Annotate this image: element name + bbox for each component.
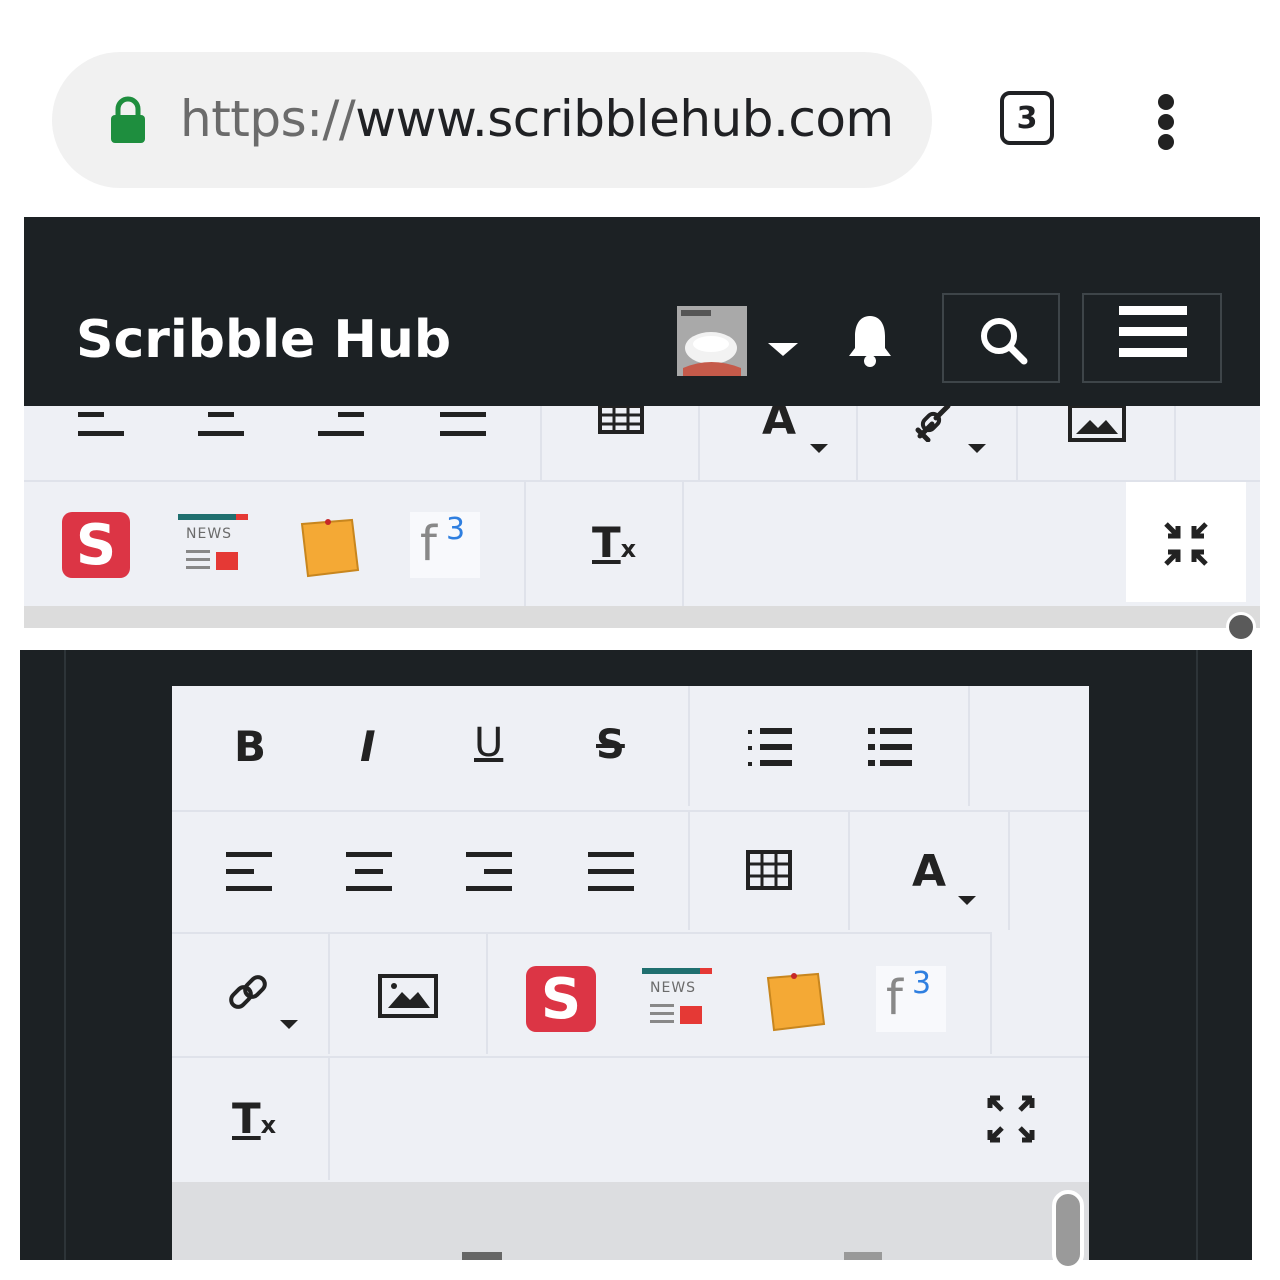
clear-format-button[interactable]: Tx	[592, 518, 636, 567]
align-left-icon[interactable]	[78, 406, 126, 438]
link-icon[interactable]	[914, 406, 964, 442]
vertical-scroll-handle[interactable]	[1052, 1190, 1084, 1270]
chevron-down-icon[interactable]	[968, 444, 986, 453]
italic-button[interactable]: I	[360, 722, 376, 771]
strikethrough-button[interactable]: S	[596, 722, 625, 768]
editor-toolbar-fullscreen: A S NEWS f 3 Tx	[24, 406, 1260, 628]
bold-button[interactable]: B	[234, 722, 266, 771]
news-button[interactable]: NEWS	[642, 968, 712, 1030]
table-icon[interactable]	[746, 850, 792, 890]
align-right-icon[interactable]	[318, 406, 366, 438]
align-right-icon[interactable]	[466, 852, 514, 892]
formula-sup: 3	[446, 512, 466, 547]
editor-toolbar: B I U S A S NEWS f 3 Tx	[172, 686, 1089, 1260]
font-color-button[interactable]: A	[912, 846, 946, 897]
formula-button[interactable]: f 3	[410, 512, 480, 578]
clear-format-label: T	[232, 1094, 261, 1143]
main-menu-button[interactable]	[1082, 293, 1222, 383]
hamburger-menu-icon	[1119, 306, 1187, 357]
formula-base: f	[886, 970, 903, 1026]
news-button[interactable]: NEWS	[178, 514, 248, 576]
clear-format-sub: x	[260, 1111, 277, 1139]
news-label: NEWS	[650, 980, 697, 996]
formula-sup: 3	[912, 966, 932, 1001]
editor-content-area[interactable]	[172, 1182, 1089, 1260]
search-button[interactable]	[942, 293, 1060, 383]
url-host: www.scribblehub.com	[355, 90, 894, 148]
tab-switcher-button[interactable]: 3	[1000, 91, 1054, 145]
url-text[interactable]: https://www.scribblehub.com	[180, 90, 894, 148]
align-center-icon[interactable]	[198, 406, 246, 438]
chevron-down-icon[interactable]	[958, 896, 976, 905]
table-icon[interactable]	[598, 406, 644, 436]
image-icon[interactable]	[1068, 406, 1126, 442]
ordered-list-icon[interactable]	[748, 728, 794, 768]
link-icon[interactable]	[226, 972, 270, 1016]
news-label: NEWS	[186, 526, 233, 542]
search-icon	[981, 318, 1028, 365]
scribble-button[interactable]: S	[526, 966, 596, 1032]
align-justify-icon[interactable]	[440, 406, 488, 438]
exit-fullscreen-button[interactable]	[1126, 482, 1246, 602]
align-center-icon[interactable]	[346, 852, 394, 892]
scroll-handle[interactable]	[1226, 612, 1256, 642]
fullscreen-icon[interactable]	[986, 1094, 1036, 1144]
bell-icon[interactable]	[845, 312, 895, 368]
horizontal-scrollbar[interactable]	[24, 606, 1260, 628]
underline-button[interactable]: U	[474, 720, 503, 766]
chevron-down-icon[interactable]	[768, 343, 798, 356]
exit-fullscreen-icon	[1164, 522, 1208, 566]
formula-button[interactable]: f 3	[876, 966, 946, 1032]
chevron-down-icon[interactable]	[280, 1020, 298, 1029]
clear-format-sub: x	[620, 535, 637, 563]
site-brand[interactable]: Scribble Hub	[76, 310, 451, 370]
url-scheme: https	[180, 90, 307, 148]
sticky-note-icon[interactable]	[764, 970, 828, 1032]
sticky-note-icon[interactable]	[298, 516, 362, 578]
font-color-button[interactable]: A	[762, 406, 796, 445]
align-left-icon[interactable]	[226, 852, 274, 892]
scribble-button[interactable]: S	[62, 512, 130, 578]
lock-icon	[111, 96, 145, 143]
align-justify-icon[interactable]	[588, 852, 636, 892]
chevron-down-icon[interactable]	[810, 444, 828, 453]
image-icon[interactable]	[378, 974, 438, 1018]
bullet-list-icon[interactable]	[868, 728, 914, 768]
formula-base: f	[420, 516, 437, 572]
clear-format-button[interactable]: Tx	[232, 1094, 276, 1143]
clear-format-label: T	[592, 518, 621, 567]
overflow-menu-icon[interactable]	[1152, 92, 1182, 152]
avatar[interactable]	[677, 306, 747, 376]
url-separator: ://	[306, 90, 356, 148]
